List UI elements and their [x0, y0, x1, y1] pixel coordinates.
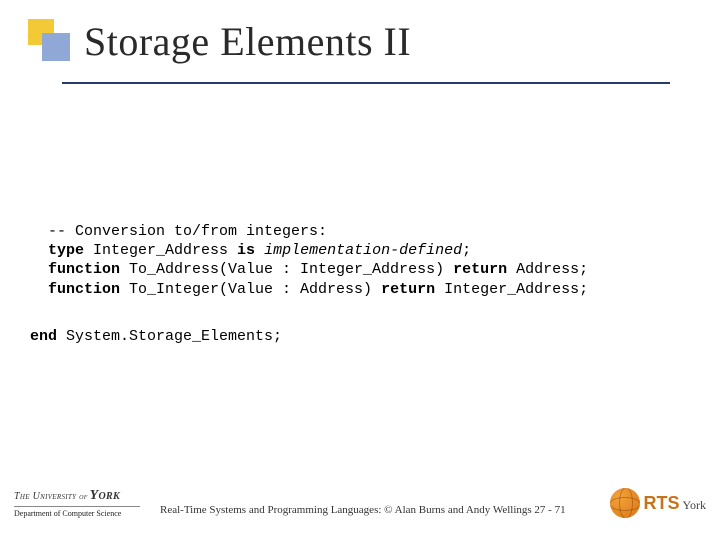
slide: Storage Elements II -- Conversion to/fro…: [0, 0, 720, 540]
title-bar: Storage Elements II: [0, 18, 411, 65]
return-intaddr: Integer_Address;: [435, 281, 588, 298]
uni-divider: [14, 506, 140, 507]
kw-function-1: function: [48, 261, 120, 278]
globe-icon: [610, 488, 640, 518]
uni-of: of: [79, 491, 88, 501]
uni-york: York: [90, 488, 120, 503]
rts-logo: RTS York: [610, 488, 706, 518]
uni-prefix: The University: [14, 491, 79, 502]
rts-label: RTS: [644, 493, 680, 514]
title-underline: [62, 82, 670, 84]
kw-end: end: [30, 328, 57, 345]
slide-title: Storage Elements II: [84, 18, 411, 65]
uni-department: Department of Computer Science: [14, 509, 140, 518]
title-accent: [28, 19, 74, 65]
to-address-sig: To_Address(Value : Integer_Address): [120, 261, 453, 278]
rts-text: RTS York: [644, 493, 706, 514]
footer-credit: Real-Time Systems and Programming Langua…: [160, 504, 566, 516]
return-address: Address;: [507, 261, 588, 278]
semi-1: ;: [462, 242, 471, 259]
to-integer-sig: To_Integer(Value : Address): [120, 281, 381, 298]
university-name: The University ofYork: [14, 488, 140, 504]
impl-defined: implementation-defined: [255, 242, 462, 259]
type-name: Integer_Address: [84, 242, 237, 259]
end-line: end System.Storage_Elements;: [30, 328, 282, 345]
kw-return-2: return: [381, 281, 435, 298]
footer: The University ofYork Department of Comp…: [0, 470, 720, 526]
kw-is: is: [237, 242, 255, 259]
accent-blue-square: [42, 33, 70, 61]
end-rest: System.Storage_Elements;: [57, 328, 282, 345]
code-block: -- Conversion to/from integers: type Int…: [48, 222, 588, 299]
code-comment: -- Conversion to/from integers:: [48, 223, 327, 240]
kw-function-2: function: [48, 281, 120, 298]
rts-york: York: [683, 498, 706, 513]
kw-return-1: return: [453, 261, 507, 278]
kw-type: type: [48, 242, 84, 259]
university-logo: The University ofYork Department of Comp…: [14, 488, 140, 518]
